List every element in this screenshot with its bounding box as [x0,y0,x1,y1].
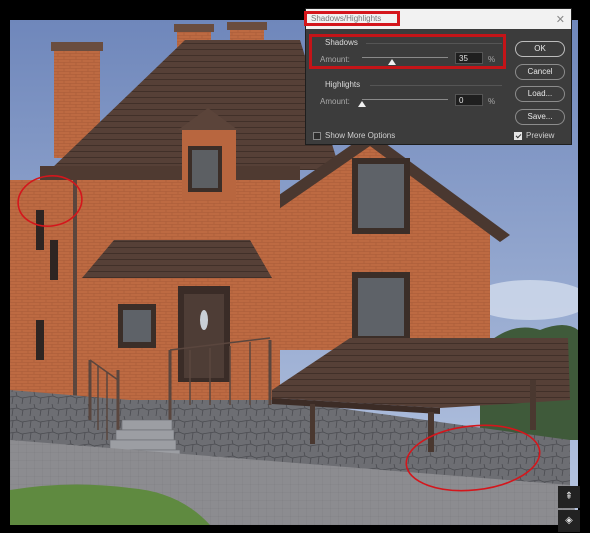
highlights-slider-track[interactable] [362,99,448,100]
cancel-button[interactable]: Cancel [515,64,565,80]
close-icon[interactable]: ✕ [556,13,565,26]
highlights-slider-thumb[interactable] [358,101,366,107]
layers-icon[interactable]: ◈ [558,510,580,532]
highlights-heading: Highlights [325,80,361,89]
preview-checkbox[interactable] [514,132,522,140]
load-button[interactable]: Load... [515,86,565,102]
title-highlight-box [304,11,400,26]
highlights-amount-label: Amount: [320,97,350,106]
highlights-amount-field[interactable]: 0 [455,94,483,106]
highlights-group-divider [370,85,502,86]
shadows-highlights-dialog: Shadows/Highlights ✕ Shadows Amount: 35 … [304,8,572,145]
show-more-options-label: Show More Options [325,131,396,140]
ok-button[interactable]: OK [515,41,565,57]
highlights-percent-unit: % [488,97,496,106]
save-button[interactable]: Save... [515,109,565,125]
show-more-options-checkbox[interactable] [313,132,321,140]
preview-label: Preview [526,131,555,140]
stamp-icon[interactable]: ⇞ [558,486,580,508]
shadows-highlight-box [309,34,506,69]
photoshop-canvas: Shadows/Highlights ✕ Shadows Amount: 35 … [0,0,590,533]
